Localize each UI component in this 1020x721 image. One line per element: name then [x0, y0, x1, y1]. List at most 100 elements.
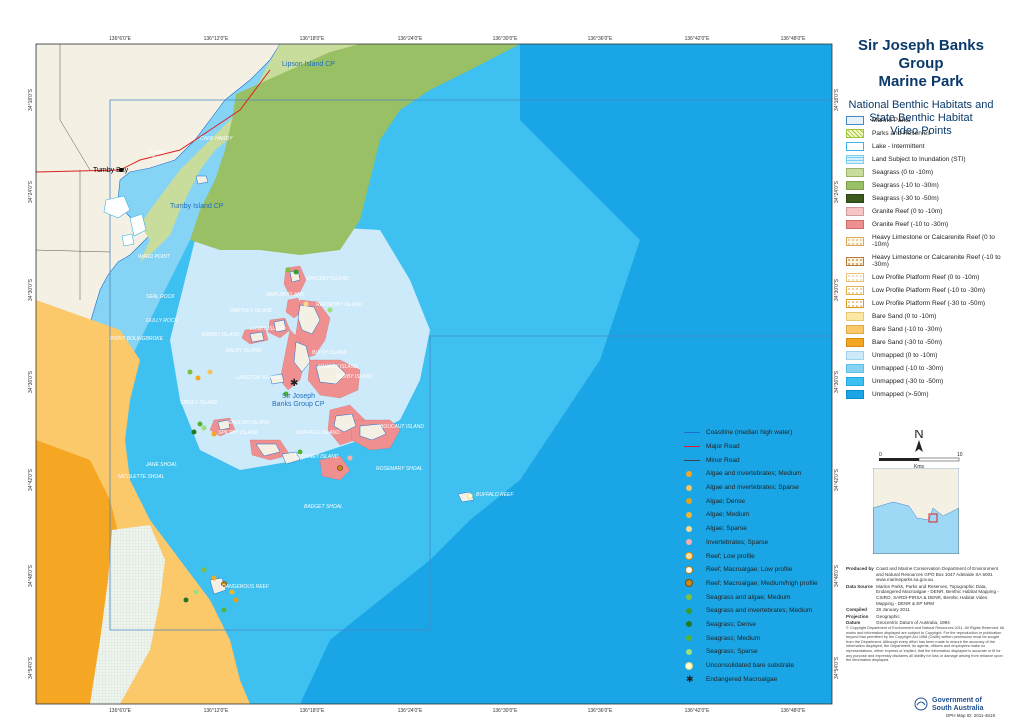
subtitle-line-1: National Benthic Habitats and [848, 99, 994, 111]
label-partney: PARTNEY ISLAND [230, 308, 273, 314]
lat-tick-left: 34°54'0"S [28, 656, 34, 679]
label-tumby-island-cp: Tumby Island CP [170, 203, 224, 210]
legend-swatch [846, 220, 864, 229]
lon-tick-top: 136°42'0"E [685, 36, 710, 42]
legend-label: Bare Sand (-10 to -30m) [872, 326, 943, 333]
lat-tick-right: 34°36'0"S [834, 370, 840, 393]
legend-item: Granite Reef (0 to -10m) [846, 205, 1006, 218]
legend-label: Seagrass and invertebrates; Medium [706, 607, 813, 615]
legend-label: Low Profile Platform Reef (-10 to -30m) [872, 287, 986, 294]
lat-tick-right: 34°24'0"S [834, 180, 840, 203]
legend-label: Reef; Low profile [706, 552, 755, 560]
legend-label: Unconsolidated bare substrate [706, 662, 795, 670]
label-lusby: LUSBY ISLAND [250, 326, 286, 332]
map-id: DPH Map ID: 2011-4819 [946, 713, 995, 718]
scale-segment-2 [918, 457, 960, 462]
legend-swatch [846, 273, 864, 282]
legend-label: Unmapped (0 to -10m) [872, 352, 938, 359]
label-nicolette-shoal: NICOLETTE SHOAL [118, 474, 165, 480]
label-kirkby: KIRKBY ISLAND [202, 332, 240, 338]
legend-item: Heavy Limestone or Calcarenite Reef (-10… [846, 251, 1006, 271]
lon-tick-bottom: 136°24'0"E [398, 708, 423, 714]
legend-line-swatch [684, 432, 700, 434]
legend-item: Unmapped (0 to -10m) [846, 349, 1006, 362]
legend-item: Heavy Limestone or Calcarenite Reef (0 t… [846, 231, 1006, 251]
legend-label: Marine Parks [872, 117, 911, 124]
legend-label: Seagrass; Dense [706, 620, 756, 628]
legend-label: Algae; Dense [706, 497, 746, 505]
label-marum: MARUM ISLAND [266, 292, 305, 298]
legend-label: Algae and invertebrates; Sparse [706, 484, 799, 492]
legend-label: Algae; Sparse [706, 525, 747, 533]
label-winceby: WINCEBY ISLAND [306, 276, 349, 282]
label-buffalo-reef: BUFFALO REEF [476, 492, 514, 498]
label-ward-point: WARD POINT [138, 254, 171, 260]
legend-line-swatch [684, 446, 700, 448]
legend-item: Low Profile Platform Reef (-10 to -30m) [846, 284, 1006, 297]
legend-swatch [846, 325, 864, 334]
label-tumby-bay-water-2: BAY [152, 156, 162, 162]
legend-point-item: Algae and invertebrates; Medium [684, 467, 834, 481]
legend-point-swatch [686, 484, 692, 491]
legend-swatch [846, 155, 864, 164]
label-langton: LANGTON ISLAND [236, 375, 280, 381]
label-english: ENGLISH ISLAND [228, 420, 270, 426]
legend-label: Seagrass; Medium [706, 634, 761, 642]
legend-point-swatch [686, 511, 692, 518]
label-stickney: STICKNEY ISLAND [294, 454, 339, 460]
legend-label: Granite Reef (-10 to -30m) [872, 221, 949, 228]
legend-swatch [846, 194, 864, 203]
label-roxby: ROXBY ISLAND [336, 374, 373, 380]
legend-item: Unmapped (-30 to -50m) [846, 375, 1006, 388]
legend-swatch [846, 338, 864, 347]
copyright-notice: © Copyright Department of Environment an… [846, 626, 1005, 663]
lon-tick-bottom: 136°12'0"E [204, 708, 229, 714]
legend-point-item: Unconsolidated bare substrate [684, 659, 834, 673]
legend-label: Endangered Macroalgae [706, 675, 778, 683]
label-point-bolingbroke: POINT BOLINGBROKE [110, 336, 164, 342]
metadata-block: Produced by Coast and Marine Conservation… [846, 566, 1006, 627]
legend-swatch [846, 142, 864, 151]
legend-label: Heavy Limestone or Calcarenite Reef (-10… [872, 254, 1001, 268]
legend-item: Parks and Reserves [846, 127, 1006, 140]
macroalgae-star-icon: ✱ [686, 674, 694, 685]
scale-bar: N 0 10 Kms [879, 430, 963, 470]
legend-swatch [846, 377, 864, 386]
lon-tick-top: 136°24'0"E [398, 36, 423, 42]
legend-swatch [846, 312, 864, 321]
projection: Geographic [876, 613, 900, 619]
projection-key: Projection [846, 613, 869, 619]
government-line-2: South Australia [932, 704, 984, 712]
legend-label: Bare Sand (0 to -10m) [872, 313, 937, 320]
lat-tick-left: 34°42'0"S [28, 468, 34, 491]
legend-point-item: ✱ Endangered Macroalgae [684, 672, 834, 686]
north-label: N [914, 430, 923, 441]
data-source-key: Data Source [846, 583, 873, 589]
north-arrow-icon [915, 440, 923, 452]
label-lipson-cp: Lipson Island CP [282, 61, 335, 68]
government-line-1: Government of [932, 697, 982, 704]
label-sjb-cp-2: Banks Group CP [272, 401, 325, 408]
legend-label: Invertebrates; Sparse [706, 538, 769, 546]
legend-swatch [846, 390, 864, 399]
legend-item: Lake - Intermittent [846, 140, 1006, 153]
legend-point-swatch [686, 580, 692, 587]
legend-lines: Coastline (median high water) Major Road M… [684, 426, 834, 686]
macroalgae-star-icon: ✱ [290, 378, 298, 389]
legend-item: Bare Sand (-30 to -50m) [846, 336, 1006, 349]
lon-tick-bottom: 136°48'0"E [781, 708, 806, 714]
legend-item: Seagrass (-10 to -30m) [846, 179, 1006, 192]
legend-point-swatch [686, 635, 692, 642]
label-dangerous-reef: DANGEROUS REEF [222, 584, 270, 590]
lat-tick-left: 34°36'0"S [28, 370, 34, 393]
label-sibsey: SIBSEY ISLAND [180, 400, 218, 406]
lon-tick-bottom: 136°42'0"E [685, 708, 710, 714]
legend-label: Land Subject to Inundation (STI) [872, 156, 966, 163]
label-cape-hardy: CAPE HARDY [200, 136, 233, 142]
lon-tick-bottom: 136°6'0"E [109, 708, 132, 714]
legend-label: Unmapped (-30 to -50m) [872, 378, 944, 385]
legend-label: Granite Reef (0 to -10m) [872, 208, 943, 215]
lat-tick-right: 34°42'0"S [834, 468, 840, 491]
legend-label: Coastline (median high water) [706, 429, 793, 437]
legend-swatch [846, 207, 864, 216]
